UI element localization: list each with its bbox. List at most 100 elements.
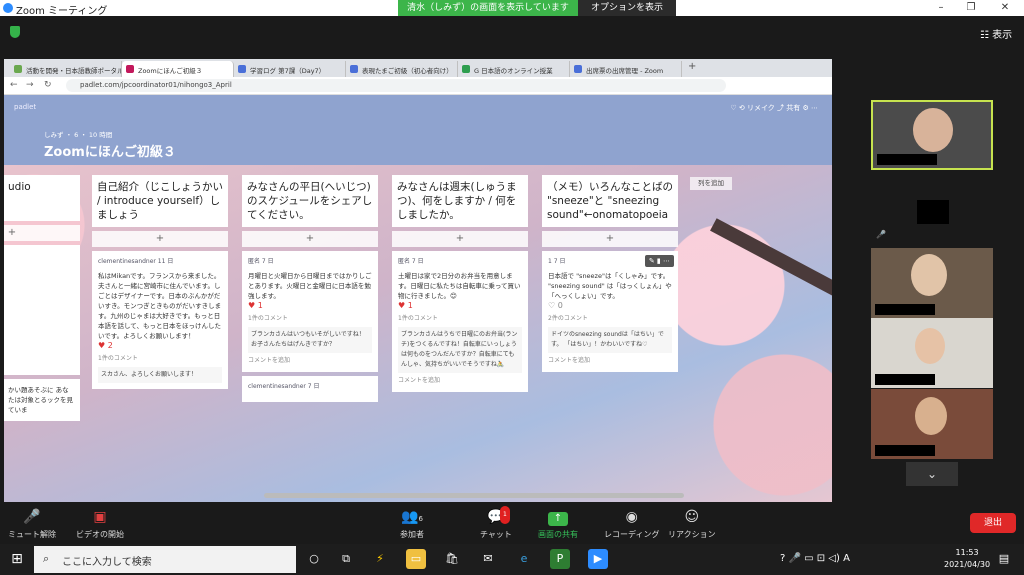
padlet-column: （メモ）いろんなことばの "sneeze"と "sneezing sound"←…	[542, 175, 678, 372]
padlet-board: padlet ♡ ⟲ リメイク ⤴ 共有 ⚙ ⋯ しみず ・ 6 ・ 10 時間…	[4, 95, 832, 502]
add-comment-link[interactable]: コメントを追加	[548, 356, 672, 366]
add-post-button[interactable]: +	[92, 231, 228, 247]
app-icon[interactable]: ⚡	[370, 549, 390, 569]
cortana-icon[interactable]: ○	[304, 549, 324, 569]
excel-icon[interactable]: P	[550, 549, 570, 569]
browser-tab-active[interactable]: Zoomにほんご初級３	[122, 61, 234, 77]
comment-count[interactable]: 1件のコメント	[398, 314, 522, 324]
share-screen-icon: ↑	[548, 512, 568, 526]
post-card[interactable]: clementinesandner 7 日	[242, 376, 378, 402]
column-header[interactable]: みなさんの平日(へいじつ)のスケジュールをシェアしてください。	[242, 175, 378, 227]
add-post-button[interactable]: +	[542, 231, 678, 247]
reload-button[interactable]: ↻	[44, 80, 52, 90]
like-heart-icon[interactable]: ♥ 1	[248, 301, 372, 311]
column-header[interactable]: （メモ）いろんなことばの "sneeze"と "sneezing sound"←…	[542, 175, 678, 227]
participant-video-off[interactable]	[871, 180, 993, 250]
chat-badge: 1	[500, 506, 510, 524]
unmute-button[interactable]: 🎤 ミュート解除	[8, 508, 56, 540]
like-heart-icon[interactable]: ♥ 1	[398, 301, 522, 311]
record-button[interactable]: ◉ レコーディング	[604, 508, 659, 540]
restore-button[interactable]: ❐	[956, 1, 986, 15]
add-post-button[interactable]: +	[242, 231, 378, 247]
taskbar-clock[interactable]: 11:53 2021/04/30	[944, 547, 990, 571]
participant-video-active-speaker[interactable]	[871, 100, 993, 170]
system-tray[interactable]: ? 🎤 ▭ ⊡ ◁) A	[780, 553, 850, 564]
zoom-titlebar: Zoom ミーティング 清水（しみず）の画面を表示しています オプションを表示 …	[0, 0, 1024, 17]
tray-icons[interactable]: 🎤 ▭ ⊡ ◁)	[789, 553, 844, 564]
post-card[interactable]: clementinesandner 11 日 私はMikanです。フランスから来…	[92, 251, 228, 389]
participant-video[interactable]	[871, 248, 993, 318]
zoom-taskbar-icon[interactable]: ▶	[588, 549, 608, 569]
post-card[interactable]: 匿名 7 日 土曜日は家で2日分のお弁当を用意します。日曜日に私たちは自転車に乗…	[392, 251, 528, 392]
browser-tab[interactable]: 学習ログ 第7課（Day7）	[234, 61, 346, 77]
post-card[interactable]	[4, 245, 80, 375]
participant-name-redacted	[875, 304, 935, 315]
tab-label: 活動を開発・日本語教師ポータル	[26, 67, 122, 75]
clock-time: 11:53	[955, 548, 979, 557]
browser-tab[interactable]: 表現たまご初級（初心者向け）	[346, 61, 458, 77]
help-icon[interactable]: ?	[780, 553, 785, 564]
post-card[interactable]: 匿名 7 日 月曜日と火曜日から日曜日まではかりしごとあります。火曜日と金曜日に…	[242, 251, 378, 372]
add-comment-link[interactable]: コメントを追加	[398, 376, 522, 386]
add-column-button[interactable]: 列を追加	[690, 177, 732, 190]
padlet-header-actions[interactable]: ♡ ⟲ リメイク ⤴ 共有 ⚙ ⋯	[730, 103, 818, 113]
new-tab-button[interactable]: +	[688, 61, 696, 72]
start-video-button[interactable]: ▣ ビデオの開始	[76, 508, 124, 540]
address-bar[interactable]: padlet.com/jpcoordinator01/nihongo3_Apri…	[66, 79, 726, 92]
file-explorer-icon[interactable]: ▭	[406, 549, 426, 569]
like-heart-icon[interactable]: ♥ 2	[98, 341, 222, 351]
view-button[interactable]: ☷ 表示	[980, 26, 1012, 41]
tab-label: G 日本語のオンライン授業	[474, 67, 553, 75]
add-post-button[interactable]: +	[4, 225, 80, 241]
view-options-button[interactable]: オプションを表示	[578, 0, 676, 16]
chevron-down-icon[interactable]: ⌄	[906, 462, 958, 486]
comment-count[interactable]: 1件のコメント	[98, 354, 222, 364]
back-button[interactable]: ←	[10, 80, 18, 90]
participants-icon: 👥6	[401, 509, 423, 525]
notification-icon[interactable]: ▤	[994, 549, 1014, 569]
browser-tab[interactable]: 出席票の出席管理 - Zoom	[570, 61, 682, 77]
muted-mic-icon: 🎤	[876, 230, 886, 239]
post-card[interactable]: かい題あそぶに あなたは対象とるックを見ていま	[4, 379, 80, 421]
horizontal-scrollbar[interactable]	[264, 493, 684, 498]
participant-video[interactable]	[871, 389, 993, 459]
column-header[interactable]: みなさんは週末(しゅうまつ)、何をしますか / 何をしましたか。	[392, 175, 528, 227]
participant-name-redacted	[877, 154, 937, 165]
taskbar-search[interactable]: ⌕ ここに入力して検索	[34, 546, 296, 573]
mail-icon[interactable]: ✉	[478, 549, 498, 569]
add-comment-link[interactable]: コメントを追加	[248, 356, 372, 366]
like-heart-icon[interactable]: ♡ 0	[548, 301, 672, 311]
column-header[interactable]: udio	[4, 175, 80, 221]
post-card[interactable]: ✎ ▮ ⋯ 1 7 日 日本語で "sneeze"は「くしゃみ」です。 "sne…	[542, 251, 678, 372]
browser-tab[interactable]: G 日本語のオンライン授業	[458, 61, 570, 77]
close-button[interactable]: ✕	[990, 1, 1020, 15]
chat-button[interactable]: 💬 1 チャット	[480, 506, 512, 540]
record-icon: ◉	[625, 509, 638, 525]
security-shield-icon[interactable]	[10, 26, 20, 38]
windows-start-icon[interactable]: ⊞	[0, 544, 34, 575]
participants-button[interactable]: 👥6 参加者	[400, 508, 424, 540]
zoom-toolbar: 🎤 ミュート解除 ▣ ビデオの開始 👥6 参加者 💬 1 チャット ↑ 画面の共有…	[0, 504, 1024, 544]
padlet-column: みなさんは週末(しゅうまつ)、何をしますか / 何をしましたか。 + 匿名 7 …	[392, 175, 528, 392]
share-screen-button[interactable]: ↑ 画面の共有	[538, 508, 578, 540]
leave-meeting-button[interactable]: 退出	[970, 513, 1016, 533]
comment-count[interactable]: 1件のコメント	[248, 314, 372, 324]
participant-name-redacted	[875, 445, 935, 456]
post-toolbar[interactable]: ✎ ▮ ⋯	[644, 255, 674, 267]
participant-video[interactable]	[871, 318, 993, 388]
add-post-button[interactable]: +	[392, 231, 528, 247]
edge-icon[interactable]: e	[514, 549, 534, 569]
padlet-column: 自己紹介（じこしょうかい / introduce yourself）しましょう …	[92, 175, 228, 389]
task-view-icon[interactable]: ⧉	[336, 549, 356, 569]
padlet-logo[interactable]: padlet	[14, 103, 36, 111]
view-label: 表示	[992, 30, 1013, 41]
column-header[interactable]: 自己紹介（じこしょうかい / introduce yourself）しましょう	[92, 175, 228, 227]
reactions-button[interactable]: ☺ リアクション	[668, 508, 716, 540]
browser-tab[interactable]: 活動を開発・日本語教師ポータル	[10, 61, 122, 77]
minimize-button[interactable]: –	[926, 1, 956, 15]
ime-indicator[interactable]: A	[843, 553, 850, 564]
store-icon[interactable]: 🛍	[442, 549, 462, 569]
tab-label: 出席票の出席管理 - Zoom	[586, 67, 664, 75]
forward-button[interactable]: →	[26, 80, 34, 90]
comment-count[interactable]: 2件のコメント	[548, 314, 672, 324]
